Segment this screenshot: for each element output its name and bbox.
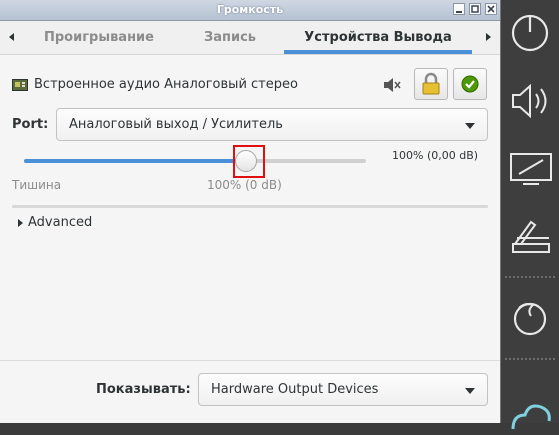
- dock-separator: [505, 358, 555, 360]
- title-bar[interactable]: Громкость: [0, 0, 500, 21]
- lock-channels-button[interactable]: [414, 68, 448, 100]
- advanced-expander[interactable]: Advanced: [28, 215, 92, 230]
- minimize-button[interactable]: [453, 3, 465, 15]
- checkmark-icon: [461, 75, 479, 93]
- side-dock: [501, 0, 559, 430]
- tab-recording[interactable]: Запись: [186, 21, 274, 54]
- device-name: Встроенное аудио Аналоговый стерео: [34, 77, 298, 92]
- highlight-box: [233, 145, 265, 178]
- show-label: Показывать:: [96, 382, 191, 397]
- port-select-value: Аналоговый выход / Усилитель: [69, 117, 283, 132]
- window-title: Громкость: [216, 3, 284, 16]
- port-label: Port:: [12, 117, 49, 132]
- speaker-icon[interactable]: [505, 76, 555, 126]
- volume-slider-fill: [24, 159, 247, 163]
- sound-card-icon: [12, 79, 28, 91]
- volume-readout: 100% (0,00 dB): [392, 149, 479, 162]
- active-tab-indicator: [284, 50, 472, 54]
- display-icon[interactable]: [505, 144, 555, 194]
- mark-100-percent: 100% (0 dB): [207, 178, 282, 192]
- close-button[interactable]: [485, 3, 497, 15]
- volume-slider[interactable]: [24, 159, 366, 163]
- separator: [12, 205, 488, 208]
- tab-scroll-left-icon[interactable]: [6, 30, 18, 44]
- tab-playback[interactable]: Проигрывание: [28, 21, 170, 54]
- maximize-button[interactable]: [469, 3, 481, 15]
- chevron-down-icon: [465, 388, 475, 394]
- chevron-down-icon: [465, 123, 475, 129]
- tab-scroll-right-icon[interactable]: [482, 30, 494, 44]
- port-select[interactable]: Аналоговый выход / Усилитель: [56, 108, 488, 141]
- divider: [0, 360, 500, 361]
- firefox-icon[interactable]: [505, 292, 555, 342]
- power-icon[interactable]: [505, 8, 555, 58]
- volume-window: Громкость Проигрывание Запись Устройства…: [0, 0, 501, 423]
- scanner-icon[interactable]: [505, 210, 555, 260]
- cloud-icon[interactable]: [505, 385, 555, 435]
- padlock-icon: [422, 72, 440, 95]
- show-select[interactable]: Hardware Output Devices: [198, 373, 488, 406]
- mark-silence: Тишина: [12, 178, 62, 192]
- dock-separator: [505, 276, 555, 278]
- set-default-button[interactable]: [453, 68, 487, 100]
- mute-speaker-icon[interactable]: [383, 77, 401, 93]
- show-select-value: Hardware Output Devices: [211, 382, 379, 397]
- expander-arrow-icon[interactable]: [18, 219, 23, 227]
